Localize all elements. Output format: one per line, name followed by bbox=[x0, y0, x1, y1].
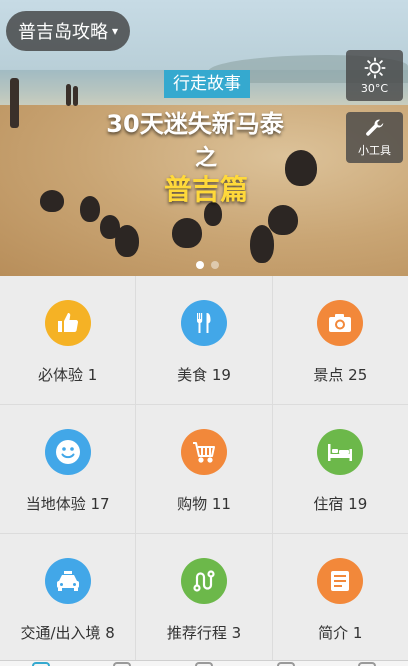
category-accommodation[interactable]: 住宿 19 bbox=[272, 405, 408, 533]
story-tag: 行走故事 bbox=[164, 70, 250, 98]
hero-pigeon bbox=[250, 225, 274, 263]
story-title-line1: 30天迷失新马泰 bbox=[106, 110, 284, 138]
story-title-line3: 普吉篇 bbox=[163, 173, 248, 206]
fork-knife-icon bbox=[180, 300, 227, 346]
category-food[interactable]: 美食 19 bbox=[136, 276, 272, 404]
category-transport[interactable]: 交通/出入境 8 bbox=[0, 534, 136, 662]
camera-icon bbox=[317, 300, 364, 346]
tools-button[interactable]: 小工具 bbox=[346, 112, 403, 163]
route-icon bbox=[180, 558, 227, 604]
tools-label: 小工具 bbox=[358, 144, 391, 157]
category-attractions[interactable]: 景点 25 bbox=[272, 276, 408, 404]
category-shopping[interactable]: 购物 11 bbox=[136, 405, 272, 533]
tab-icon bbox=[276, 662, 295, 666]
hero-pigeon bbox=[172, 218, 202, 248]
taxi-icon bbox=[44, 558, 91, 604]
smiley-icon bbox=[44, 429, 91, 475]
tab-icon bbox=[194, 662, 213, 666]
weather-button[interactable]: 30°C bbox=[346, 50, 403, 101]
category-must-experience[interactable]: 必体验 1 bbox=[0, 276, 136, 404]
category-label: 必体验 1 bbox=[38, 366, 98, 384]
tab-fourth[interactable] bbox=[245, 661, 327, 666]
cart-icon bbox=[180, 429, 227, 475]
tab-second[interactable] bbox=[82, 661, 164, 666]
document-icon bbox=[317, 558, 364, 604]
category-label: 当地体验 17 bbox=[25, 495, 110, 513]
hero-pigeon bbox=[115, 225, 139, 257]
category-label: 美食 19 bbox=[177, 366, 231, 384]
city-selector-button[interactable]: 普吉岛攻略 ▾ bbox=[6, 11, 131, 51]
category-label: 购物 11 bbox=[177, 495, 231, 513]
category-label: 景点 25 bbox=[313, 366, 368, 384]
chevron-down-icon: ▾ bbox=[112, 24, 119, 38]
category-local-experience[interactable]: 当地体验 17 bbox=[0, 405, 136, 533]
sun-icon bbox=[363, 56, 386, 79]
tab-fifth[interactable] bbox=[326, 661, 408, 666]
bottom-navigation bbox=[0, 660, 408, 666]
thumbs-up-icon bbox=[44, 300, 91, 346]
category-label: 推荐行程 3 bbox=[166, 624, 242, 642]
weather-temperature: 30°C bbox=[360, 81, 389, 95]
carousel-dot bbox=[211, 261, 219, 269]
hero-pigeon bbox=[268, 205, 298, 235]
carousel-indicator bbox=[196, 261, 219, 269]
category-introduction[interactable]: 简介 1 bbox=[272, 534, 408, 662]
wrench-icon bbox=[365, 119, 383, 136]
tab-icon bbox=[113, 662, 132, 666]
tab-icon bbox=[358, 662, 377, 666]
hero-person bbox=[73, 86, 78, 106]
category-label: 住宿 19 bbox=[313, 495, 368, 513]
tab-guide[interactable] bbox=[0, 661, 82, 666]
carousel-dot-active bbox=[196, 261, 204, 269]
guide-tab-icon bbox=[31, 662, 50, 666]
category-grid: 必体验 1 美食 19 景点 25 当地体验 17 购物 11 住宿 19 交通… bbox=[0, 276, 408, 662]
tab-third[interactable] bbox=[163, 661, 245, 666]
city-selector-label: 普吉岛攻略 bbox=[18, 22, 108, 43]
category-label: 交通/出入境 8 bbox=[20, 624, 115, 642]
category-itinerary[interactable]: 推荐行程 3 bbox=[136, 534, 272, 662]
bed-icon bbox=[317, 429, 364, 475]
category-label: 简介 1 bbox=[318, 624, 363, 642]
hero-person bbox=[66, 84, 71, 106]
